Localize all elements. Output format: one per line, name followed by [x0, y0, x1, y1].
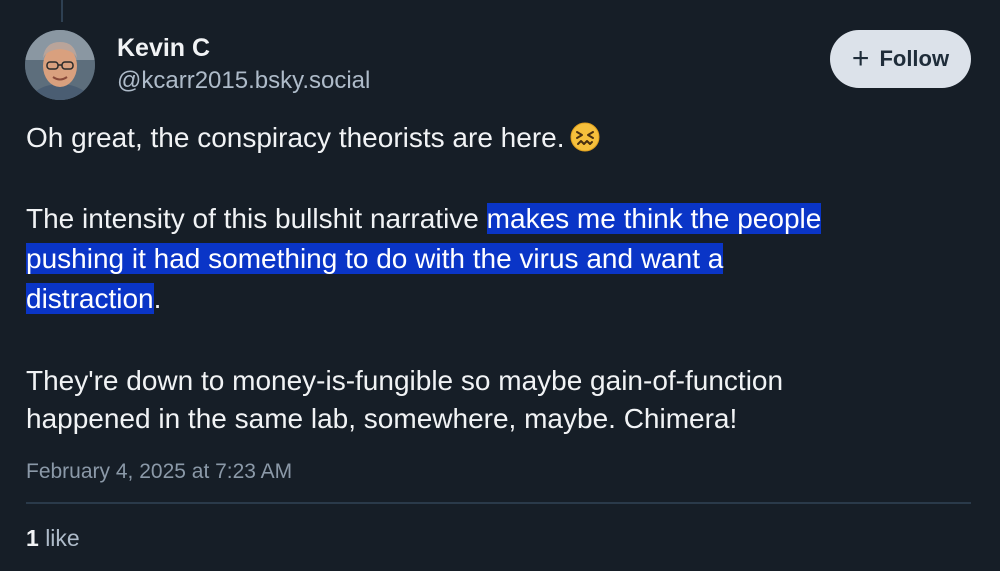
- confounded-face-emoji-icon: [569, 121, 601, 153]
- like-count: 1: [26, 525, 39, 551]
- post-text-plain: .: [153, 283, 162, 314]
- selected-text: distraction: [26, 283, 154, 314]
- post-paragraph-2-line-3: distraction.: [26, 279, 161, 319]
- avatar-photo-icon: [25, 30, 95, 100]
- avatar[interactable]: [25, 30, 95, 100]
- post-paragraph-1: Oh great, the conspiracy theorists are h…: [26, 118, 601, 158]
- post-paragraph-3-line-2: happened in the same lab, somewhere, may…: [26, 403, 738, 434]
- post-paragraph-2-line-1: The intensity of this bullshit narrative…: [26, 199, 822, 239]
- post-timestamp[interactable]: February 4, 2025 at 7:23 AM: [26, 459, 292, 485]
- post-paragraph-3-line-1: They're down to money-is-fungible so may…: [26, 365, 784, 396]
- divider: [26, 502, 971, 504]
- thread-connector-line: [61, 0, 63, 22]
- post-paragraph-2-line-2: pushing it had something to do with the …: [26, 239, 724, 279]
- like-label: like: [45, 525, 80, 551]
- likes-count-link[interactable]: 1 like: [26, 524, 80, 552]
- author-display-name[interactable]: Kevin C: [117, 33, 210, 63]
- post-text-line: Oh great, the conspiracy theorists are h…: [26, 122, 565, 153]
- selected-text: makes me think the people: [486, 203, 822, 234]
- follow-button-label: Follow: [879, 46, 950, 71]
- follow-button[interactable]: + Follow: [830, 30, 971, 88]
- author-handle[interactable]: @kcarr2015.bsky.social: [117, 66, 370, 96]
- plus-icon: +: [851, 42, 870, 75]
- selected-text: pushing it had something to do with the …: [26, 243, 724, 274]
- post-text-plain: The intensity of this bullshit narrative: [26, 203, 487, 234]
